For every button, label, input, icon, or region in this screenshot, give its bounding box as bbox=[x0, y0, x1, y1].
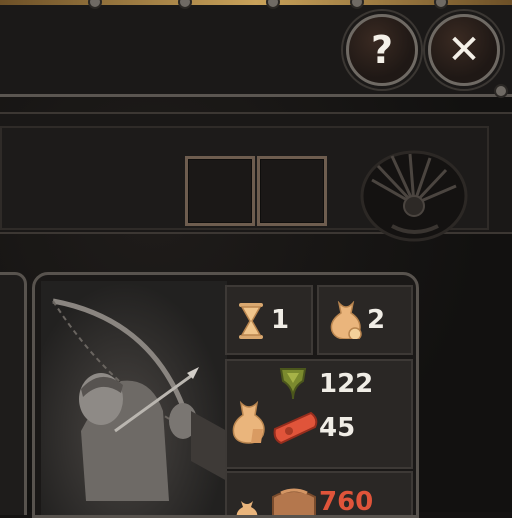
treasure-chest-icon bbox=[272, 488, 316, 515]
turns-value: 1 bbox=[271, 305, 290, 335]
rivet-decoration bbox=[90, 0, 100, 7]
unit-portrait bbox=[41, 281, 227, 515]
cost-red-value: 45 bbox=[319, 413, 356, 443]
wealth-stat: 760 bbox=[225, 471, 413, 517]
panel-header: ? ✕ bbox=[0, 0, 512, 97]
close-button[interactable]: ✕ bbox=[428, 14, 500, 86]
coin-sack-icon bbox=[236, 501, 258, 515]
fan-ornament-icon bbox=[360, 150, 468, 242]
hourglass-icon bbox=[239, 303, 263, 339]
cost-green-value: 122 bbox=[319, 369, 374, 399]
rivet-decoration bbox=[496, 86, 506, 96]
turns-stat: 1 bbox=[225, 285, 313, 355]
help-button[interactable]: ? bbox=[346, 14, 418, 86]
rivet-decoration bbox=[352, 0, 362, 7]
wealth-value: 760 bbox=[319, 487, 374, 517]
red-scroll-icon bbox=[273, 411, 318, 445]
empty-slot[interactable] bbox=[185, 156, 255, 226]
adjacent-unit-card[interactable] bbox=[0, 272, 27, 515]
game-panel: ? ✕ 1 2 122 45 760 bbox=[0, 0, 512, 518]
coin-sack-icon bbox=[330, 301, 362, 339]
rivet-decoration bbox=[180, 0, 190, 7]
upkeep-stat: 2 bbox=[317, 285, 413, 355]
empty-slot[interactable] bbox=[257, 156, 327, 226]
green-emblem-icon bbox=[279, 368, 307, 400]
coin-sack-icon bbox=[232, 401, 265, 444]
rivet-decoration bbox=[268, 0, 278, 7]
upkeep-value: 2 bbox=[367, 305, 386, 335]
close-icon: ✕ bbox=[447, 27, 481, 73]
help-icon: ? bbox=[370, 28, 394, 72]
archer-portrait-icon bbox=[52, 298, 227, 501]
rivet-decoration bbox=[436, 0, 446, 7]
info-banner bbox=[0, 112, 512, 242]
unit-card[interactable]: 1 2 122 45 760 bbox=[32, 272, 419, 518]
cost-stat: 122 45 bbox=[225, 359, 413, 469]
banner-inner-panel bbox=[0, 126, 489, 242]
